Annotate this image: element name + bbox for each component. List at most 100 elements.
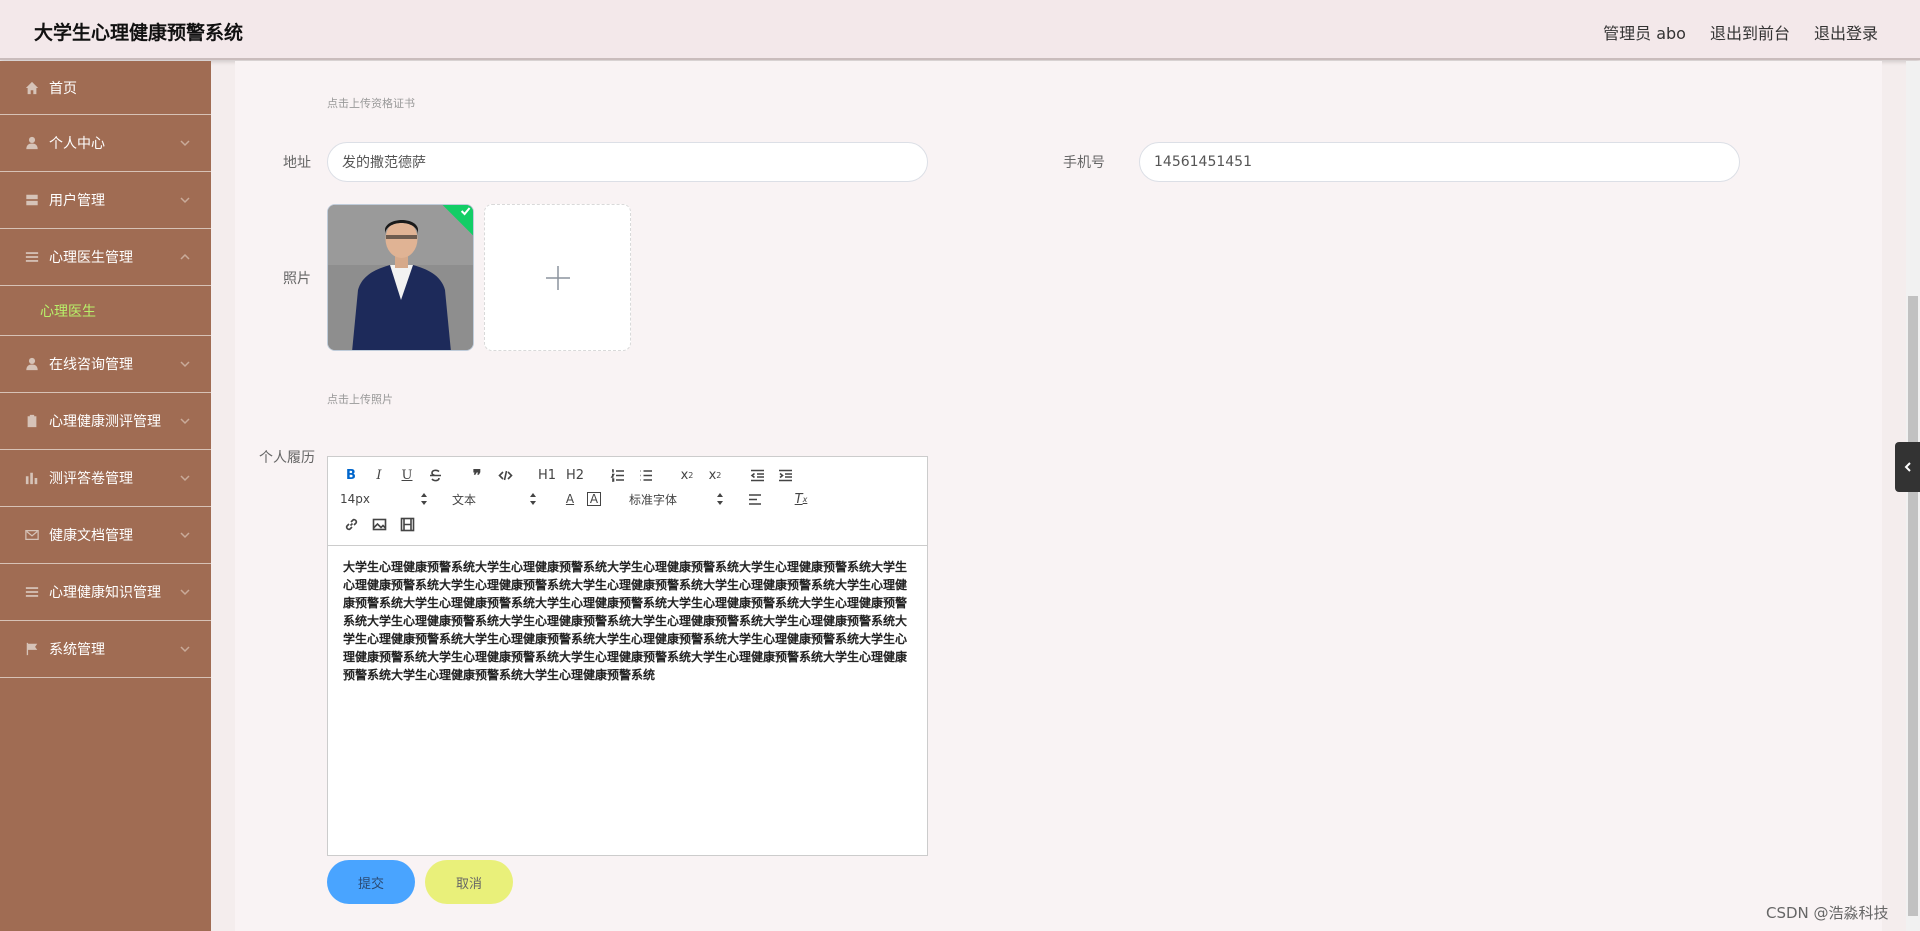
- sidebar-item-label: 系统管理: [49, 642, 105, 658]
- user-icon: [24, 135, 40, 151]
- video-icon: [400, 517, 414, 531]
- server-icon: [24, 192, 40, 208]
- sidebar-item-answers[interactable]: 测评答卷管理: [0, 450, 211, 507]
- ordered-list-button[interactable]: [606, 465, 628, 485]
- select-arrows-icon: [529, 492, 537, 506]
- font-size-select[interactable]: 14px: [340, 489, 428, 509]
- sidebar-item-label: 心理健康知识管理: [49, 585, 161, 601]
- link-icon: [345, 518, 357, 530]
- align-left-icon: [748, 493, 761, 505]
- select-arrows-icon: [420, 492, 428, 506]
- align-button[interactable]: [744, 489, 766, 509]
- watermark: CSDN @浩淼科技: [1766, 904, 1889, 922]
- subscript-button[interactable]: x2: [676, 465, 698, 485]
- user-icon: [24, 356, 40, 372]
- ordered-list-icon: [610, 468, 624, 482]
- current-user: 管理员 abo: [1603, 24, 1686, 43]
- superscript-button[interactable]: x2: [704, 465, 726, 485]
- to-front-link[interactable]: 退出到前台: [1710, 20, 1790, 44]
- image-button[interactable]: [368, 514, 390, 534]
- phone-label: 手机号: [1063, 155, 1105, 171]
- link-button[interactable]: [340, 514, 362, 534]
- scrollbar[interactable]: [1906, 61, 1920, 931]
- add-photo-button[interactable]: [484, 204, 631, 351]
- indent-button[interactable]: [774, 465, 796, 485]
- chevron-up-icon: [179, 251, 191, 263]
- sidebar: 首页 个人中心 用户管理 心理医生管理 心理医生 在线咨询管理 心理健康测评管理…: [0, 61, 211, 931]
- rich-text-editor: B I U ❞ H1 H2 x2 x2 14px 文本 A A 标准字体 T x…: [327, 456, 928, 856]
- side-panel-toggle[interactable]: [1895, 442, 1920, 492]
- outdent-icon: [750, 469, 764, 481]
- chevron-down-icon: [179, 529, 191, 541]
- clipboard-icon: [24, 413, 40, 429]
- sidebar-item-doctors[interactable]: 心理医生管理: [0, 229, 211, 286]
- address-label: 地址: [283, 155, 311, 171]
- check-icon: [460, 207, 471, 216]
- clear-format-button[interactable]: Tx: [790, 489, 812, 509]
- underline-button[interactable]: U: [396, 465, 418, 485]
- cancel-button[interactable]: 取消: [425, 860, 513, 904]
- strikethrough-icon: [429, 469, 441, 481]
- phone-input[interactable]: [1139, 142, 1740, 182]
- chevron-left-icon: [1904, 462, 1911, 472]
- font-family-select[interactable]: 标准字体: [629, 489, 724, 509]
- outdent-button[interactable]: [746, 465, 768, 485]
- submenu-item-doctor[interactable]: 心理医生: [0, 286, 211, 336]
- sidebar-item-knowledge[interactable]: 心理健康知识管理: [0, 564, 211, 621]
- sidebar-item-assessment[interactable]: 心理健康测评管理: [0, 393, 211, 450]
- sidebar-item-documents[interactable]: 健康文档管理: [0, 507, 211, 564]
- address-input[interactable]: [327, 142, 928, 182]
- chevron-down-icon: [179, 358, 191, 370]
- background-color-button[interactable]: A: [587, 492, 601, 506]
- strike-button[interactable]: [424, 465, 446, 485]
- chevron-down-icon: [179, 415, 191, 427]
- select-arrows-icon: [716, 492, 724, 506]
- bullet-list-button[interactable]: [634, 465, 656, 485]
- logout-link[interactable]: 退出登录: [1814, 20, 1878, 44]
- chevron-down-icon: [179, 643, 191, 655]
- italic-button[interactable]: I: [368, 465, 390, 485]
- scrollbar-thumb[interactable]: [1908, 296, 1918, 916]
- uploaded-photo[interactable]: [327, 204, 474, 351]
- bullet-list-icon: [639, 469, 652, 481]
- sidebar-item-profile[interactable]: 个人中心: [0, 115, 211, 172]
- photo-label: 照片: [283, 271, 311, 287]
- editor-content[interactable]: 大学生心理健康预警系统大学生心理健康预警系统大学生心理健康预警系统大学生心理健康…: [328, 546, 927, 696]
- sidebar-item-label: 心理医生管理: [49, 250, 133, 266]
- h1-button[interactable]: H1: [536, 465, 558, 485]
- photo-upload-hint[interactable]: 点击上传照片: [327, 391, 393, 407]
- image-icon: [372, 518, 386, 530]
- sidebar-item-label: 健康文档管理: [49, 528, 133, 544]
- menu-icon: [24, 249, 40, 265]
- sidebar-item-users[interactable]: 用户管理: [0, 172, 211, 229]
- chevron-down-icon: [179, 586, 191, 598]
- plus-icon: [545, 265, 570, 290]
- blockquote-button[interactable]: ❞: [466, 465, 488, 485]
- sidebar-item-system[interactable]: 系统管理: [0, 621, 211, 678]
- sidebar-item-label: 用户管理: [49, 193, 105, 209]
- h2-button[interactable]: H2: [564, 465, 586, 485]
- header-links: 管理员 abo 退出到前台 退出登录: [1603, 20, 1878, 44]
- main-form-panel: 点击上传资格证书 地址 手机号 照片 点击上传照片 个人履历 B I: [235, 61, 1882, 931]
- code-icon: [497, 470, 513, 480]
- code-block-button[interactable]: [494, 465, 516, 485]
- sidebar-item-label: 测评答卷管理: [49, 471, 133, 487]
- certificate-upload-hint[interactable]: 点击上传资格证书: [327, 95, 415, 111]
- chevron-down-icon: [179, 137, 191, 149]
- sidebar-item-label: 首页: [49, 80, 77, 97]
- sidebar-item-home[interactable]: 首页: [0, 61, 211, 115]
- text-color-button[interactable]: A: [559, 489, 581, 509]
- portrait-image: [328, 205, 473, 350]
- sidebar-item-consult[interactable]: 在线咨询管理: [0, 336, 211, 393]
- header-select[interactable]: 文本: [452, 489, 537, 509]
- indent-icon: [778, 469, 792, 481]
- menu-icon: [24, 584, 40, 600]
- bold-button[interactable]: B: [340, 465, 362, 485]
- submit-button[interactable]: 提交: [327, 860, 415, 904]
- home-icon: [24, 80, 40, 96]
- app-title: 大学生心理健康预警系统: [34, 22, 244, 44]
- editor-toolbar: B I U ❞ H1 H2 x2 x2 14px 文本 A A 标准字体 T x: [328, 457, 927, 546]
- video-button[interactable]: [396, 514, 418, 534]
- bar-chart-icon: [24, 470, 40, 486]
- chevron-down-icon: [179, 194, 191, 206]
